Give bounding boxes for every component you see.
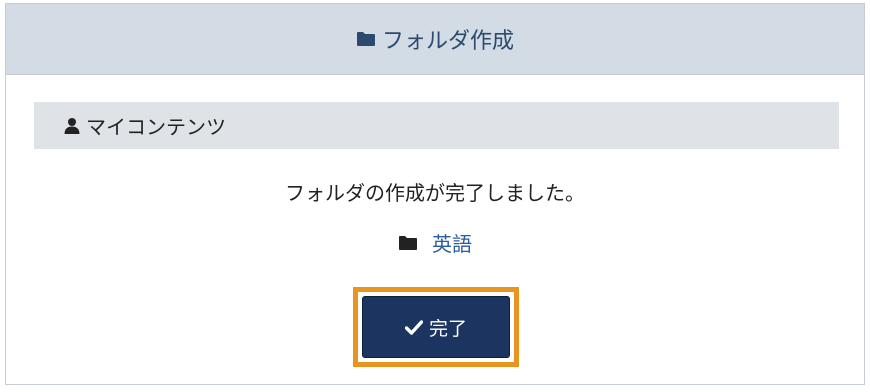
done-button[interactable]: 完了 [362, 296, 510, 358]
check-icon [404, 319, 423, 335]
dialog-header: フォルダ作成 [6, 4, 864, 75]
user-icon [64, 117, 80, 135]
done-button-label: 完了 [428, 317, 467, 340]
folder-icon [356, 31, 376, 47]
folder-link[interactable]: 英語 [432, 228, 472, 257]
created-folder-row: 英語 [6, 228, 864, 257]
done-button-focus-ring: 完了 [353, 287, 519, 367]
section-label: マイコンテンツ [86, 115, 226, 139]
folder-icon [398, 235, 418, 251]
dialog-title: フォルダ作成 [381, 29, 514, 54]
folder-create-dialog: フォルダ作成 マイコンテンツ フォルダの作成が完了しました。 英語 完了 [5, 3, 865, 385]
section-bar-my-contents: マイコンテンツ [34, 102, 839, 149]
completion-message: フォルダの作成が完了しました。 [285, 181, 585, 205]
